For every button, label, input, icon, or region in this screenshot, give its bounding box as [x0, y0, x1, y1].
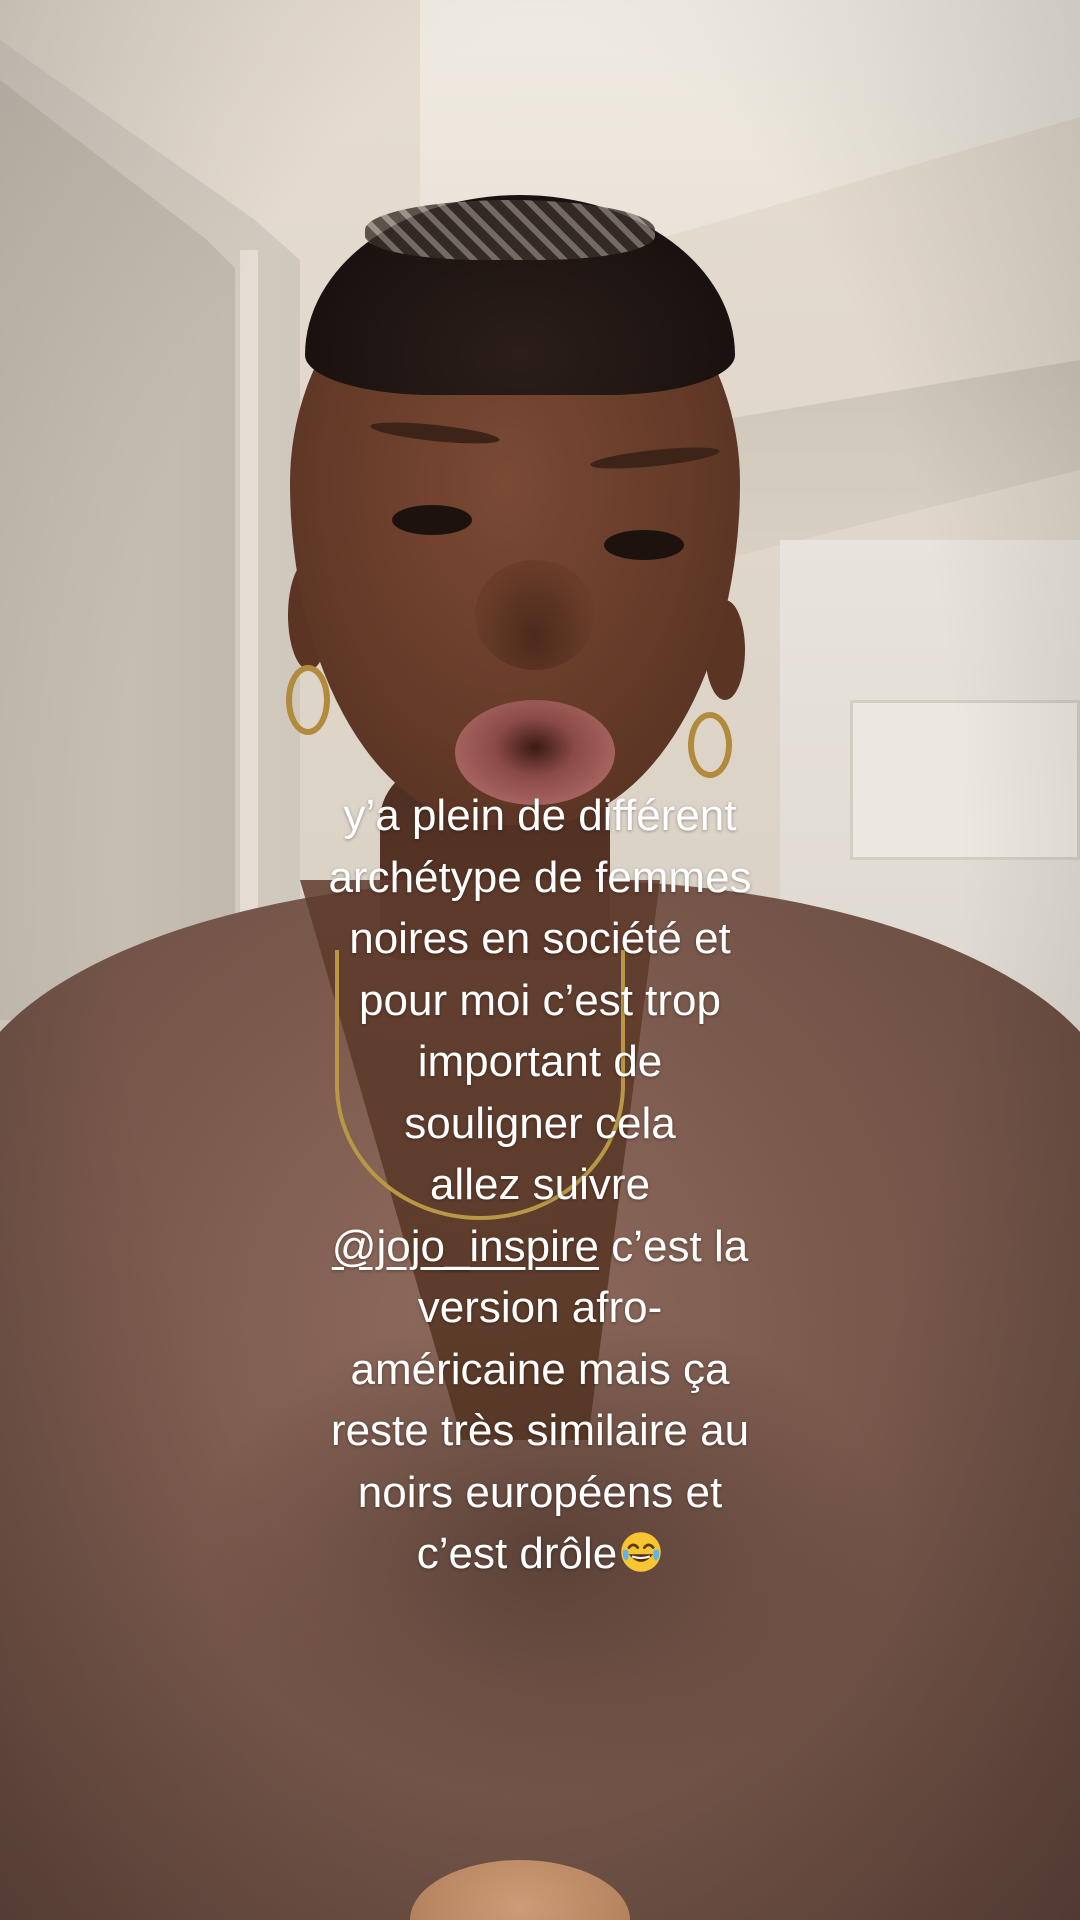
caption-line: version afro- — [417, 1283, 663, 1332]
caption-line: noirs européens et — [357, 1467, 723, 1517]
caption-line: archétype de femmes — [328, 852, 752, 902]
caption-text: c’est la — [599, 1221, 749, 1271]
caption-line: souligner cela — [404, 1098, 676, 1148]
caption-line-mention: @jojo_inspire c’est la — [220, 1216, 860, 1278]
caption-overlay: y’a plein de différent archétype de femm… — [220, 785, 860, 1585]
video-frame[interactable]: y’a plein de différent archétype de femm… — [0, 0, 1080, 1920]
caption-line: américaine mais ça — [350, 1344, 730, 1394]
laughing-tears-emoji-icon — [621, 1532, 662, 1572]
caption-line: y’a plein de différent — [343, 791, 737, 840]
caption-line: important de — [417, 1037, 663, 1086]
caption-text: c’est drôle — [416, 1529, 618, 1578]
caption-line: reste très similaire au — [330, 1406, 750, 1455]
mention-link[interactable]: @jojo_inspire — [332, 1222, 599, 1271]
caption-line: pour moi c’est trop — [359, 975, 721, 1025]
caption-line: allez suivre — [429, 1160, 651, 1209]
caption-line-last: c’est drôle — [220, 1523, 860, 1585]
caption-line: noires en société et — [349, 914, 731, 963]
